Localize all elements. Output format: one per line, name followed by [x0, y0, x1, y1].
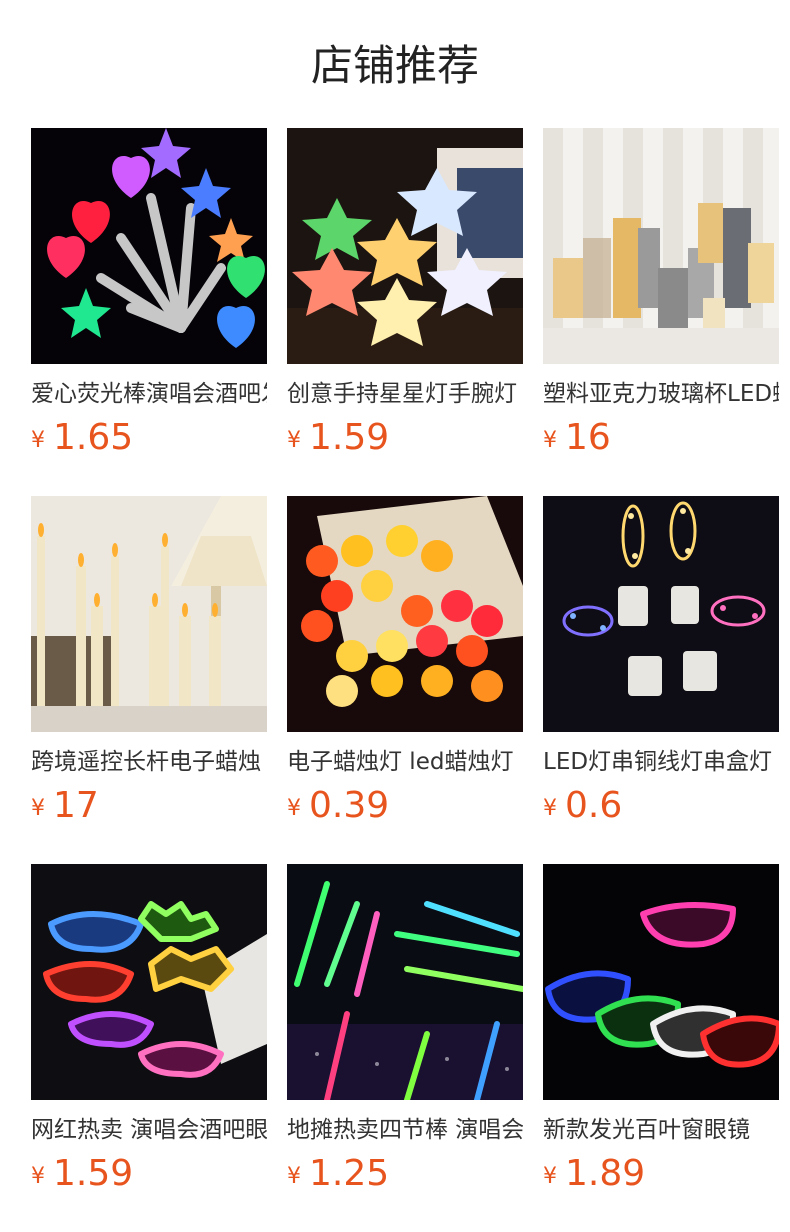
currency-symbol: ¥ [287, 796, 301, 821]
led-pillar-candles-image[interactable] [543, 128, 779, 364]
price-value: 0.39 [309, 785, 390, 826]
product-name[interactable]: 新款发光百叶窗眼镜 [543, 1112, 779, 1148]
price-value: 1.25 [309, 1153, 390, 1194]
section-title: 店铺推荐 [310, 41, 479, 90]
star-lamps-image[interactable] [287, 128, 523, 364]
product-card[interactable]: 爱心荧光棒演唱会酒吧发光道具 ¥1.65 [31, 128, 267, 468]
product-price: ¥1.89 [543, 1152, 645, 1196]
product-name[interactable]: 爱心荧光棒演唱会酒吧发光道具 [31, 376, 267, 412]
currency-symbol: ¥ [543, 1164, 557, 1189]
product-name[interactable]: 塑料亚克力玻璃杯LED蜡烛 [543, 376, 779, 412]
product-card[interactable]: 地摊热卖四节棒 演唱会 ¥1.25 [287, 864, 523, 1204]
product-price: ¥16 [543, 416, 611, 460]
heart-star-glow-sticks-image[interactable] [31, 128, 267, 364]
product-price: ¥1.25 [287, 1152, 389, 1196]
product-price: ¥1.65 [31, 416, 133, 460]
currency-symbol: ¥ [31, 1164, 45, 1189]
currency-symbol: ¥ [287, 1164, 301, 1189]
four-section-glow-sticks-image[interactable] [287, 864, 523, 1100]
currency-symbol: ¥ [31, 428, 45, 453]
currency-symbol: ¥ [31, 796, 45, 821]
product-price: ¥1.59 [31, 1152, 133, 1196]
price-value: 1.59 [309, 417, 390, 458]
party-glasses-image[interactable] [31, 864, 267, 1100]
product-card[interactable]: 塑料亚克力玻璃杯LED蜡烛 ¥16 [543, 128, 779, 468]
product-price: ¥0.6 [543, 784, 622, 828]
product-name[interactable]: 地摊热卖四节棒 演唱会 [287, 1112, 523, 1148]
price-value: 0.6 [565, 785, 623, 826]
product-name[interactable]: 网红热卖 演唱会酒吧眼镜 [31, 1112, 267, 1148]
price-value: 1.65 [53, 417, 134, 458]
product-name[interactable]: 跨境遥控长杆电子蜡烛 [31, 744, 267, 780]
product-price: ¥17 [31, 784, 99, 828]
product-card[interactable]: 新款发光百叶窗眼镜 ¥1.89 [543, 864, 779, 1204]
heart-tea-lights-image[interactable] [287, 496, 523, 732]
product-card[interactable]: LED灯串铜线灯串盒灯 ¥0.6 [543, 496, 779, 836]
product-name[interactable]: 创意手持星星灯手腕灯 [287, 376, 523, 412]
copper-wire-string-lights-image[interactable] [543, 496, 779, 732]
currency-symbol: ¥ [287, 428, 301, 453]
currency-symbol: ¥ [543, 796, 557, 821]
taper-candles-image[interactable] [31, 496, 267, 732]
currency-symbol: ¥ [543, 428, 557, 453]
product-price: ¥0.39 [287, 784, 389, 828]
product-card[interactable]: 创意手持星星灯手腕灯 ¥1.59 [287, 128, 523, 468]
product-card[interactable]: 网红热卖 演唱会酒吧眼镜 ¥1.59 [31, 864, 267, 1204]
price-value: 17 [53, 785, 99, 826]
product-card[interactable]: 跨境遥控长杆电子蜡烛 ¥17 [31, 496, 267, 836]
product-name[interactable]: LED灯串铜线灯串盒灯 [543, 744, 779, 780]
product-card[interactable]: 电子蜡烛灯 led蜡烛灯 ¥0.39 [287, 496, 523, 836]
price-value: 16 [565, 417, 611, 458]
product-price: ¥1.59 [287, 416, 389, 460]
price-value: 1.59 [53, 1153, 134, 1194]
shutter-glasses-image[interactable] [543, 864, 779, 1100]
product-name[interactable]: 电子蜡烛灯 led蜡烛灯 [287, 744, 523, 780]
price-value: 1.89 [565, 1153, 646, 1194]
